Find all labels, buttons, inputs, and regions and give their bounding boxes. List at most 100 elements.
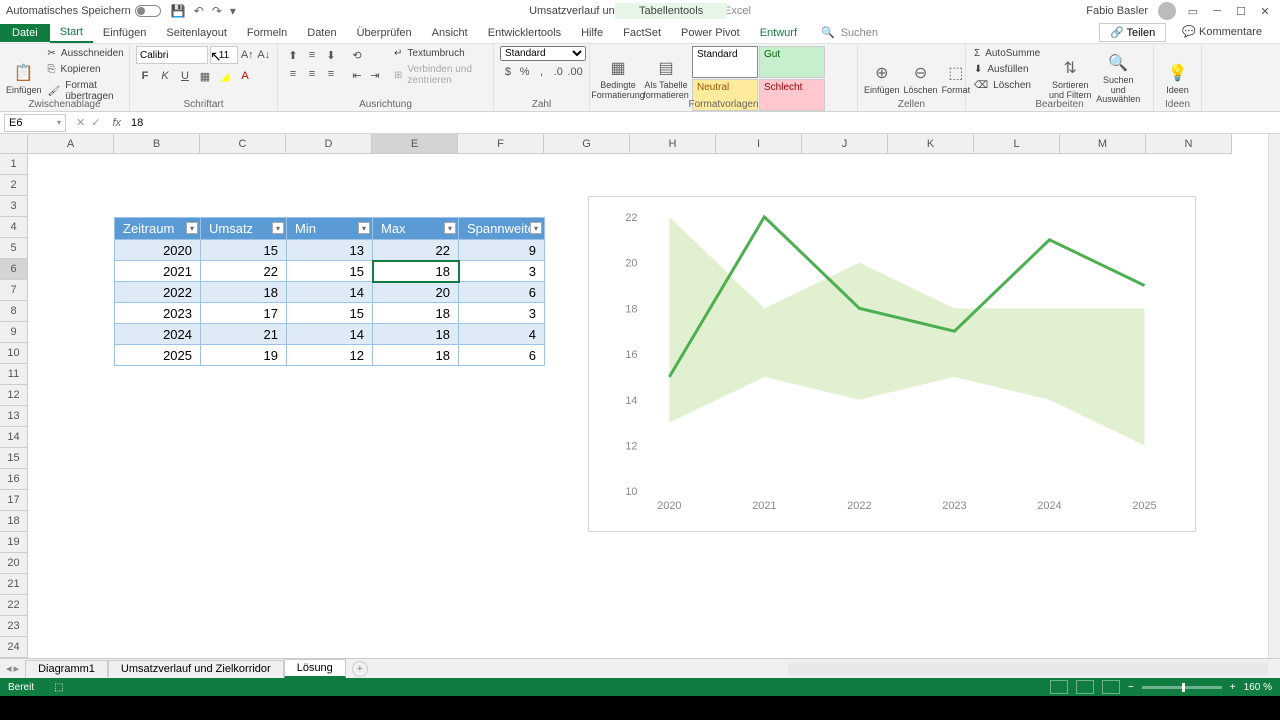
align-middle-icon[interactable]: ≡	[303, 46, 321, 64]
table-cell[interactable]: 22	[373, 240, 459, 261]
row-header[interactable]: 14	[0, 427, 28, 448]
table-cell[interactable]: 17	[201, 303, 287, 324]
data-table[interactable]: Zeitraum▾Umsatz▾Min▾Max▾Spannweite▾20201…	[114, 217, 545, 366]
bold-icon[interactable]: F	[136, 67, 154, 85]
increase-font-icon[interactable]: A↑	[240, 46, 255, 64]
search-box[interactable]: 🔍 Suchen	[821, 26, 878, 39]
row-header[interactable]: 20	[0, 553, 28, 574]
col-header[interactable]: B	[114, 134, 200, 154]
row-header[interactable]: 1	[0, 154, 28, 175]
add-sheet-button[interactable]: +	[352, 661, 368, 677]
chevron-down-icon[interactable]: ▾	[57, 118, 61, 127]
zoom-level[interactable]: 160 %	[1244, 682, 1272, 693]
table-cell[interactable]: 18	[373, 324, 459, 345]
redo-icon[interactable]: ↷	[212, 4, 222, 18]
row-header[interactable]: 16	[0, 469, 28, 490]
tab-ansicht[interactable]: Ansicht	[422, 24, 478, 42]
border-icon[interactable]: ▦	[196, 67, 214, 85]
col-header[interactable]: M	[1060, 134, 1146, 154]
table-cell[interactable]: 4	[459, 324, 545, 345]
tab-entwurf[interactable]: Entwurf	[750, 24, 807, 42]
table-cell[interactable]: 3	[459, 303, 545, 324]
close-icon[interactable]: ✕	[1258, 5, 1272, 18]
vertical-scrollbar[interactable]	[1268, 134, 1280, 658]
tab-einfügen[interactable]: Einfügen	[93, 24, 156, 42]
col-header[interactable]: D	[286, 134, 372, 154]
comments-button[interactable]: 💬 Kommentare	[1172, 23, 1272, 42]
tab-file[interactable]: Datei	[0, 24, 50, 42]
decrease-decimal-icon[interactable]: .00	[567, 63, 583, 81]
tab-überprüfen[interactable]: Überprüfen	[347, 24, 422, 42]
row-header[interactable]: 11	[0, 364, 28, 385]
row-header[interactable]: 7	[0, 280, 28, 301]
orientation-icon[interactable]: ⟲	[348, 46, 366, 64]
table-cell[interactable]: 18	[373, 345, 459, 366]
filter-dropdown-icon[interactable]: ▾	[530, 222, 542, 234]
decrease-font-icon[interactable]: A↓	[257, 46, 272, 64]
page-break-view-icon[interactable]	[1102, 680, 1120, 694]
autosave-toggle[interactable]: Automatisches Speichern	[6, 5, 161, 17]
table-header[interactable]: Max▾	[373, 218, 459, 240]
table-cell[interactable]: 2021	[115, 261, 201, 282]
row-headers[interactable]: 123456789101112131415161718192021222324	[0, 154, 28, 658]
style-gut[interactable]: Gut	[759, 46, 825, 78]
table-cell[interactable]: 2023	[115, 303, 201, 324]
page-layout-view-icon[interactable]	[1076, 680, 1094, 694]
save-icon[interactable]: 💾	[171, 4, 186, 18]
row-header[interactable]: 13	[0, 406, 28, 427]
autosum-button[interactable]: Σ AutoSumme	[972, 46, 1044, 61]
sheet-nav-next-icon[interactable]: ▸	[14, 662, 20, 675]
align-left-icon[interactable]: ≡	[284, 65, 302, 83]
col-header[interactable]: N	[1146, 134, 1232, 154]
col-header[interactable]: A	[28, 134, 114, 154]
table-cell[interactable]: 15	[287, 303, 373, 324]
row-header[interactable]: 24	[0, 637, 28, 658]
row-header[interactable]: 3	[0, 196, 28, 217]
table-cell[interactable]: 19	[201, 345, 287, 366]
row-header[interactable]: 6	[0, 259, 28, 280]
table-cell[interactable]: 2020	[115, 240, 201, 261]
user-avatar-icon[interactable]	[1158, 2, 1176, 20]
cut-button[interactable]: ✂ Ausschneiden	[46, 46, 128, 61]
ribbon-options-icon[interactable]: ▭	[1186, 5, 1200, 18]
fill-button[interactable]: ⬇ Ausfüllen	[972, 62, 1044, 77]
filter-dropdown-icon[interactable]: ▾	[444, 222, 456, 234]
col-header[interactable]: L	[974, 134, 1060, 154]
table-cell[interactable]: 12	[287, 345, 373, 366]
row-header[interactable]: 4	[0, 217, 28, 238]
share-button[interactable]: 🔗 Teilen	[1099, 23, 1166, 42]
table-cell[interactable]: 6	[459, 282, 545, 303]
formula-input[interactable]: 18	[127, 117, 1280, 129]
sheet-nav-prev-icon[interactable]: ◂	[6, 662, 12, 675]
tab-power pivot[interactable]: Power Pivot	[671, 24, 750, 42]
zoom-out-icon[interactable]: −	[1128, 682, 1134, 693]
row-header[interactable]: 21	[0, 574, 28, 595]
row-header[interactable]: 2	[0, 175, 28, 196]
table-cell[interactable]: 22	[201, 261, 287, 282]
row-header[interactable]: 10	[0, 343, 28, 364]
style-standard[interactable]: Standard	[692, 46, 758, 78]
qat-customize-icon[interactable]: ▾	[230, 4, 236, 18]
number-format-select[interactable]: Standard	[500, 46, 586, 61]
copy-button[interactable]: ⎘ Kopieren	[46, 62, 128, 77]
filter-dropdown-icon[interactable]: ▾	[186, 222, 198, 234]
currency-icon[interactable]: $	[500, 63, 516, 81]
table-cell[interactable]: 6	[459, 345, 545, 366]
font-name-input[interactable]	[136, 46, 208, 64]
italic-icon[interactable]: K	[156, 67, 174, 85]
column-headers[interactable]: ABCDEFGHIJKLMN	[28, 134, 1232, 154]
horizontal-scrollbar[interactable]	[788, 663, 1268, 675]
tab-formeln[interactable]: Formeln	[237, 24, 297, 42]
align-right-icon[interactable]: ≡	[322, 65, 340, 83]
table-header[interactable]: Min▾	[287, 218, 373, 240]
table-cell[interactable]: 14	[287, 282, 373, 303]
tab-factset[interactable]: FactSet	[613, 24, 671, 42]
tab-daten[interactable]: Daten	[297, 24, 346, 42]
font-size-input[interactable]	[210, 46, 238, 64]
col-header[interactable]: K	[888, 134, 974, 154]
table-cell[interactable]: 18	[373, 261, 459, 282]
wrap-text-button[interactable]: ↵ Textumbruch	[392, 46, 487, 61]
table-cell[interactable]: 13	[287, 240, 373, 261]
enter-formula-icon[interactable]: ✓	[91, 116, 100, 129]
table-cell[interactable]: 15	[201, 240, 287, 261]
